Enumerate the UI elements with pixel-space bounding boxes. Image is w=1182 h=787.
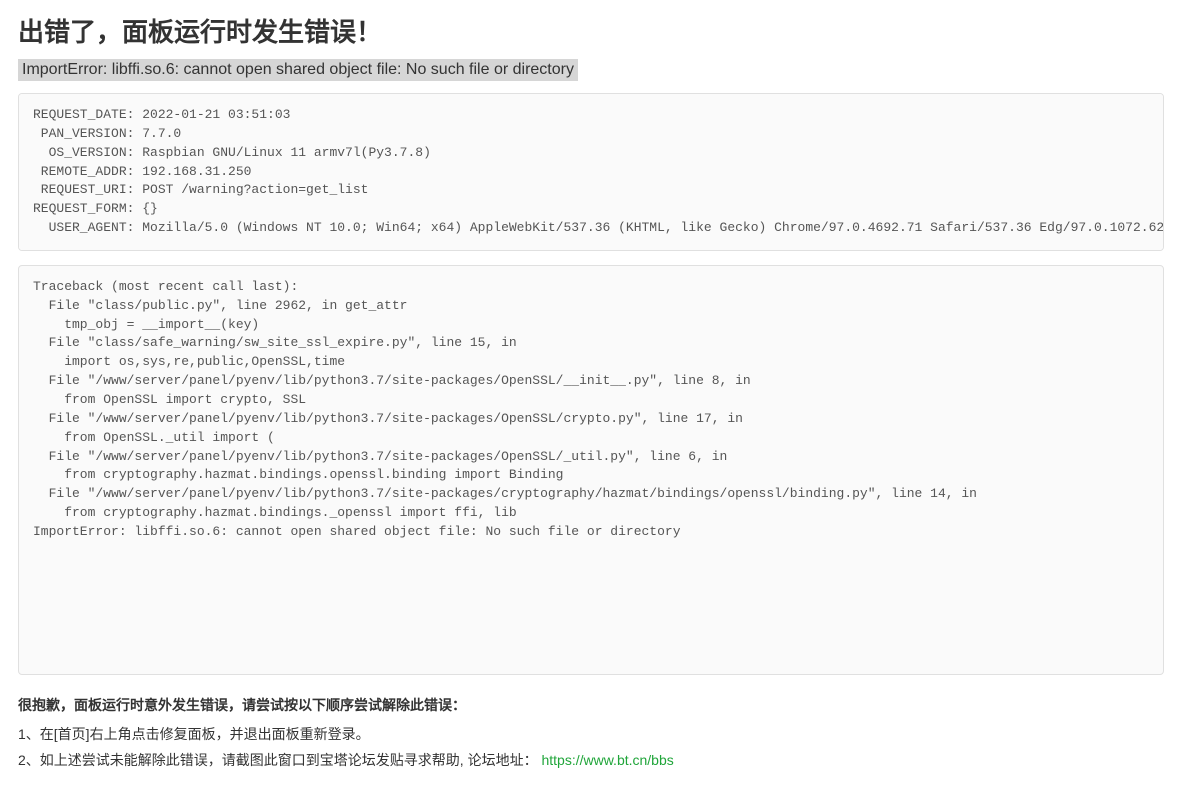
forum-link[interactable]: https://www.bt.cn/bbs [541,752,673,768]
help-step-1: 1、在[首页]右上角点击修复面板，并退出面板重新登录。 [18,723,1164,747]
traceback-block: Traceback (most recent call last): File … [18,265,1164,675]
error-summary: ImportError: libffi.so.6: cannot open sh… [18,59,578,81]
help-step-2: 2、如上述尝试未能解除此错误，请截图此窗口到宝塔论坛发贴寻求帮助, 论坛地址： … [18,749,1164,773]
help-section: 很抱歉，面板运行时意外发生错误，请尝试按以下顺序尝试解除此错误： 1、在[首页]… [18,695,1164,773]
request-info-block: REQUEST_DATE: 2022-01-21 03:51:03 PAN_VE… [18,93,1164,251]
help-step-2-text: 2、如上述尝试未能解除此错误，请截图此窗口到宝塔论坛发贴寻求帮助, 论坛地址： [18,752,538,768]
error-title: 出错了，面板运行时发生错误！ [18,12,1164,49]
help-heading: 很抱歉，面板运行时意外发生错误，请尝试按以下顺序尝试解除此错误： [18,695,1164,715]
